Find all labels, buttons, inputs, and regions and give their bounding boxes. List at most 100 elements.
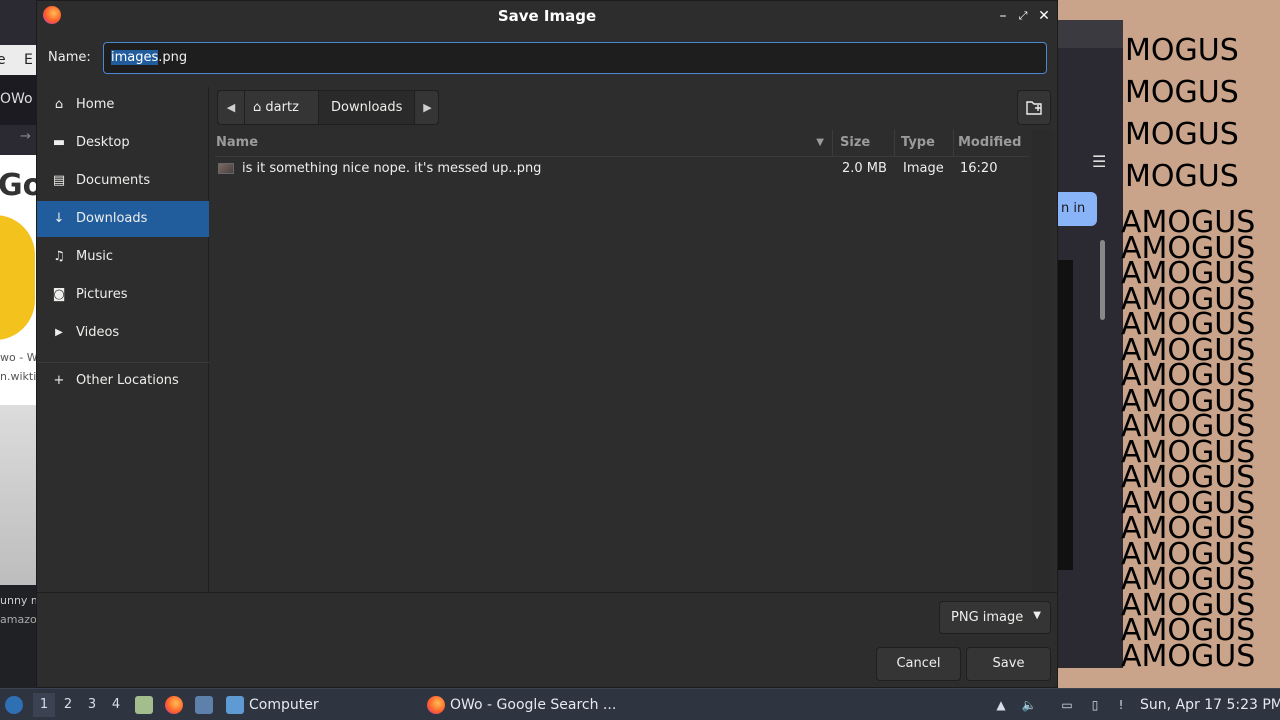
sort-descending-icon: ▼ <box>816 137 824 148</box>
image-thumbnail-icon <box>218 163 234 174</box>
result-card-dark: unny m amazon. <box>0 585 38 688</box>
tab-label: OWo <box>0 91 33 107</box>
column-header-modified[interactable]: Modified <box>957 130 1029 156</box>
path-button-downloads[interactable]: Downloads <box>318 91 414 124</box>
hamburger-menu-icon[interactable]: ☰ <box>1092 152 1106 171</box>
notification-icon[interactable]: ! <box>1113 697 1129 713</box>
window-label: Computer <box>249 697 319 713</box>
browser-navbar: → <box>0 125 38 155</box>
sidebar-item-other-locations[interactable]: + Other Locations <box>37 363 209 399</box>
column-header-type[interactable]: Type <box>898 130 954 156</box>
tray-up-arrow-icon[interactable]: ▲ <box>993 697 1009 713</box>
result-snippet: n.wikti <box>0 370 37 383</box>
path-button-home[interactable]: ⌂ dartz <box>244 91 318 124</box>
file-type-filter-dropdown[interactable]: PNG image ▼ <box>939 601 1051 634</box>
sidebar-item-downloads[interactable]: ↓ Downloads <box>37 201 209 237</box>
sidebar-item-pictures[interactable]: ◙ Pictures <box>37 277 209 313</box>
folder-icon: ▬ <box>52 135 66 150</box>
workspace-2[interactable]: 2 <box>57 693 79 717</box>
sidebar-item-label: Videos <box>76 325 120 340</box>
column-label: Name <box>216 135 259 150</box>
volume-icon[interactable]: 🔈 <box>1021 697 1037 713</box>
forward-arrow-icon[interactable]: → <box>20 129 31 144</box>
plus-icon: + <box>53 373 65 388</box>
column-header-name[interactable]: Name ▼ <box>215 130 833 156</box>
window-titlebar <box>1055 20 1123 48</box>
meme-text: MOGUS <box>1125 159 1239 194</box>
terminal-launcher-icon[interactable] <box>195 696 213 714</box>
path-forward-arrow-icon[interactable]: ▶ <box>414 91 440 124</box>
taskbar: 1 2 3 4 Computer OWo - Google Search ...… <box>0 688 1280 720</box>
clock[interactable]: Sun, Apr 17 5:23 PM <box>1140 689 1280 720</box>
search-result-image[interactable] <box>0 215 35 340</box>
search-result-image[interactable] <box>0 405 38 585</box>
close-icon[interactable]: ✕ <box>1035 6 1053 26</box>
browser-tab[interactable]: OWo <box>0 75 38 125</box>
column-header-size[interactable]: Size <box>837 130 895 156</box>
sidebar-item-home[interactable]: ⌂ Home <box>37 87 209 123</box>
name-label: Name: <box>48 50 91 65</box>
new-folder-button[interactable] <box>1017 90 1051 125</box>
maximize-icon[interactable]: ⤢ <box>1014 6 1032 26</box>
taskbar-window-browser[interactable]: OWo - Google Search ... <box>427 689 616 720</box>
save-button[interactable]: Save <box>966 647 1051 681</box>
firefox-icon <box>427 696 445 714</box>
sidebar-item-label: Other Locations <box>76 373 179 388</box>
clipboard-icon[interactable]: ▯ <box>1087 697 1103 713</box>
filename-selected-text: images <box>111 50 159 65</box>
path-label: Downloads <box>331 100 403 115</box>
search-logo: Go <box>0 168 38 203</box>
filename-input[interactable]: images.png <box>103 42 1047 74</box>
meme-text: MOGUS <box>1125 75 1239 110</box>
workspace-1[interactable]: 1 <box>33 693 55 717</box>
result-snippet[interactable]: wo - W <box>0 351 38 364</box>
sidebar-item-music[interactable]: ♫ Music <box>37 239 209 275</box>
menu-item-partial[interactable]: e <box>0 52 6 68</box>
sidebar-item-label: Music <box>76 249 113 264</box>
browser-menubar: e E <box>0 45 38 75</box>
background-browser-window-left: e E OWo → Go wo - W n.wikti unny m amazo… <box>0 0 38 688</box>
display-icon[interactable]: ▭ <box>1059 697 1075 713</box>
music-icon: ♫ <box>53 249 65 264</box>
minimize-icon[interactable]: – <box>994 6 1012 26</box>
taskbar-window-computer[interactable]: Computer <box>226 689 319 720</box>
sidebar-item-desktop[interactable]: ▬ Desktop <box>37 125 209 161</box>
camera-icon: ◙ <box>52 287 66 302</box>
file-list: Name ▼ Size Type Modified is it somethin… <box>215 130 1029 592</box>
sign-in-button[interactable]: n in <box>1055 192 1097 226</box>
meme-text-block: MOGUS MOGUS MOGUS MOGUS <box>1125 30 1280 198</box>
sidebar-item-documents[interactable]: ▤ Documents <box>37 163 209 199</box>
sidebar-item-videos[interactable]: ▶ Videos <box>37 315 209 351</box>
meme-text: AMOGUS <box>1121 638 1256 674</box>
download-icon: ↓ <box>53 211 65 226</box>
path-label: dartz <box>265 100 299 115</box>
file-type: Image <box>903 161 944 176</box>
file-size: 2.0 MB <box>842 161 887 176</box>
sidebar-item-label: Desktop <box>76 135 130 150</box>
workspace-3[interactable]: 3 <box>81 693 103 717</box>
sidebar-item-label: Downloads <box>76 211 148 226</box>
scrollbar-thumb[interactable] <box>1100 240 1105 320</box>
filename-extension: .png <box>158 50 188 65</box>
filter-label: PNG image <box>951 610 1024 625</box>
meme-text-repeated: AMOGUS AMOGUS AMOGUS AMOGUS AMOGUS AMOGU… <box>1121 208 1280 674</box>
workspace-4[interactable]: 4 <box>105 693 127 717</box>
result-snippet: amazon. <box>0 613 38 626</box>
save-image-dialog: Save Image – ⤢ ✕ Name: images.png ⌂ Home… <box>36 0 1058 688</box>
dialog-titlebar[interactable]: Save Image – ⤢ ✕ <box>37 1 1057 31</box>
folder-icon <box>226 696 244 714</box>
file-row[interactable]: is it something nice nope. it's messed u… <box>215 157 1029 181</box>
meme-text: MOGUS <box>1125 33 1239 68</box>
background-browser-window-right: ☰ n in <box>1055 20 1123 668</box>
column-label: Type <box>901 135 935 150</box>
dialog-title: Save Image <box>497 7 597 25</box>
start-menu-icon[interactable] <box>5 696 23 714</box>
cancel-button[interactable]: Cancel <box>876 647 961 681</box>
background-window-right: ☰ n in MOGUS MOGUS MOGUS MOGUS AMOGUS AM… <box>1055 0 1280 688</box>
path-back-arrow-icon[interactable]: ◀ <box>218 91 244 124</box>
file-manager-launcher-icon[interactable] <box>135 696 153 714</box>
result-snippet[interactable]: unny m <box>0 594 38 607</box>
file-list-scrollbar[interactable] <box>1032 130 1052 592</box>
menu-item-partial[interactable]: E <box>24 52 33 68</box>
firefox-launcher-icon[interactable] <box>165 696 183 714</box>
